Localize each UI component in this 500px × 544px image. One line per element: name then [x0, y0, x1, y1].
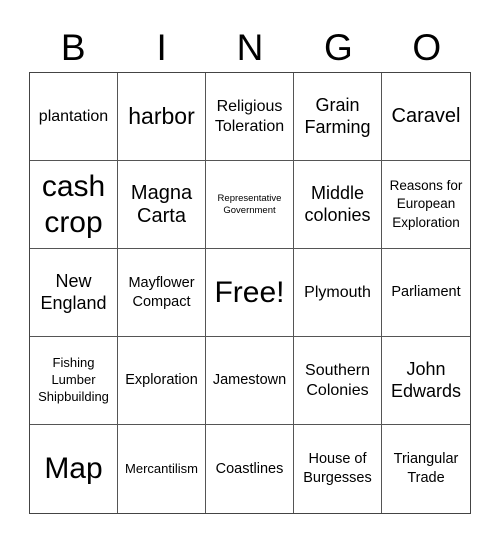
bingo-cell[interactable]: plantation: [30, 73, 118, 161]
bingo-cell[interactable]: Map: [30, 425, 118, 513]
bingo-cell[interactable]: Fishing Lumber Shipbuilding: [30, 337, 118, 425]
bingo-cell[interactable]: Southern Colonies: [294, 337, 382, 425]
bingo-cell[interactable]: Coastlines: [206, 425, 294, 513]
bingo-cell[interactable]: Parliament: [382, 249, 470, 337]
header-letter-g: G: [324, 26, 353, 68]
header-letter-b: B: [60, 26, 86, 68]
header-letter-o: O: [412, 26, 442, 68]
bingo-cell[interactable]: Triangular Trade: [382, 425, 470, 513]
bingo-cell[interactable]: Middle colonies: [294, 161, 382, 249]
bingo-cell[interactable]: House of Burgesses: [294, 425, 382, 513]
bingo-header: B I N G O: [29, 24, 471, 70]
bingo-cell[interactable]: John Edwards: [382, 337, 470, 425]
header-letter-n: N: [236, 26, 264, 68]
bingo-cell[interactable]: Mercantilism: [118, 425, 206, 513]
bingo-cell[interactable]: Grain Farming: [294, 73, 382, 161]
bingo-cell[interactable]: Exploration: [118, 337, 206, 425]
bingo-cell[interactable]: Religious Toleration: [206, 73, 294, 161]
bingo-cell[interactable]: Magna Carta: [118, 161, 206, 249]
free-space-cell[interactable]: Free!: [206, 249, 294, 337]
header-letter-i: I: [156, 26, 167, 68]
bingo-cell[interactable]: Mayflower Compact: [118, 249, 206, 337]
bingo-cell[interactable]: Jamestown: [206, 337, 294, 425]
bingo-cell[interactable]: cash crop: [30, 161, 118, 249]
bingo-cell[interactable]: Caravel: [382, 73, 470, 161]
bingo-cell[interactable]: Representative Government: [206, 161, 294, 249]
bingo-cell[interactable]: Plymouth: [294, 249, 382, 337]
bingo-cell[interactable]: harbor: [118, 73, 206, 161]
bingo-board: plantation harbor Religious Toleration G…: [29, 72, 471, 514]
bingo-cell[interactable]: New England: [30, 249, 118, 337]
bingo-cell[interactable]: Reasons for European Exploration: [382, 161, 470, 249]
